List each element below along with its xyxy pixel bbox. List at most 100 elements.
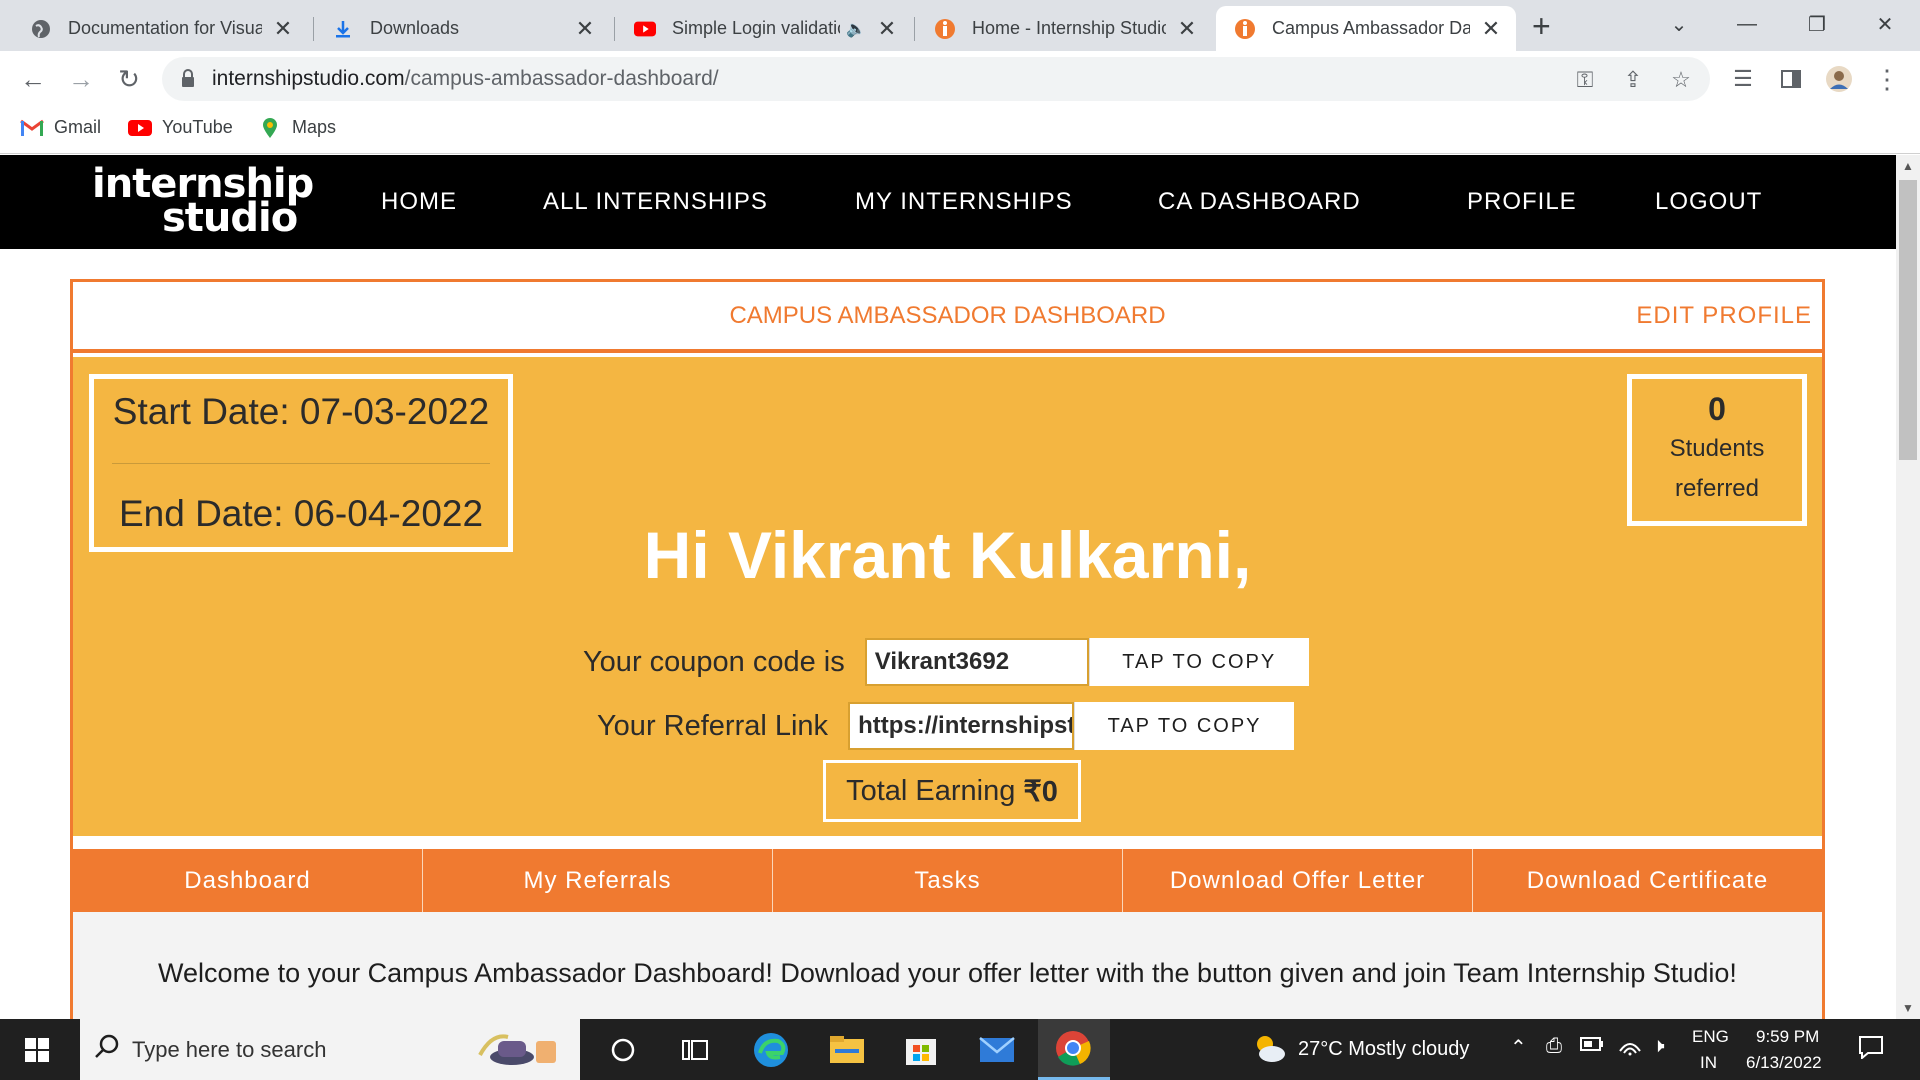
tab-title: Home - Internship Studio — [972, 18, 1166, 38]
nav-ca-dashboard[interactable]: CA DASHBOARD — [1158, 188, 1361, 216]
tab-download-certificate[interactable]: Download Certificate — [1473, 849, 1822, 912]
internship-studio-icon — [934, 18, 956, 40]
edge-icon[interactable] — [750, 1029, 792, 1071]
students-referred-box: 0 Students referred — [1627, 374, 1807, 526]
bookmark-star-icon[interactable]: ☆ — [1668, 67, 1694, 93]
profile-avatar[interactable] — [1824, 64, 1854, 94]
side-panel-icon[interactable] — [1776, 64, 1806, 94]
language-bottom[interactable]: IN — [1700, 1053, 1717, 1073]
gmail-icon — [20, 118, 44, 138]
speaker-icon[interactable]: 🔈 — [846, 19, 866, 39]
share-icon[interactable]: ⇪ — [1620, 67, 1646, 93]
browser-tab-bar: Documentation for Visual ✕ Downloads ✕ S… — [0, 0, 1920, 51]
close-window-icon[interactable]: ✕ — [1862, 4, 1908, 44]
close-icon[interactable]: ✕ — [1176, 16, 1198, 42]
page-scrollbar[interactable]: ▲ ▼ — [1896, 155, 1920, 1019]
coupon-row: Your coupon code is Vikrant3692 TAP TO C… — [583, 638, 1309, 686]
restore-icon[interactable]: ❐ — [1794, 4, 1840, 44]
forward-arrow-icon[interactable]: → — [66, 64, 96, 94]
nav-profile[interactable]: PROFILE — [1467, 188, 1577, 216]
browser-tab[interactable]: Downloads ✕ — [314, 6, 610, 51]
maps-icon — [258, 117, 282, 138]
more-menu-icon[interactable]: ⋮ — [1872, 64, 1902, 94]
students-count: 0 — [1708, 391, 1726, 427]
welcome-section: Welcome to your Campus Ambassador Dashbo… — [73, 912, 1822, 1019]
browser-tab[interactable]: Simple Login validatio 🔈 ✕ — [616, 6, 912, 51]
bookmark-youtube[interactable]: YouTube — [128, 117, 233, 138]
mail-icon[interactable] — [976, 1029, 1018, 1071]
volume-mute-icon[interactable]: 🕨 — [1652, 1035, 1665, 1058]
weather-icon[interactable] — [1252, 1033, 1286, 1068]
welcome-message: Welcome to your Campus Ambassador Dashbo… — [158, 958, 1737, 988]
reload-icon[interactable]: ↻ — [114, 64, 144, 94]
meet-now-icon[interactable]: ⎙ — [1546, 1035, 1562, 1058]
start-date: Start Date: 07-03-2022 — [112, 391, 490, 432]
taskbar-search[interactable]: Type here to search — [80, 1019, 580, 1080]
new-tab-button[interactable]: + — [1532, 8, 1551, 45]
clock-time[interactable]: 9:59 PM — [1756, 1027, 1819, 1047]
back-arrow-icon[interactable]: ← — [18, 64, 48, 94]
divider — [112, 463, 490, 464]
windows-start-icon[interactable] — [16, 1029, 58, 1071]
tab-download-offer-letter[interactable]: Download Offer Letter — [1123, 849, 1473, 912]
clock-date[interactable]: 6/13/2022 — [1746, 1053, 1822, 1073]
wifi-icon[interactable] — [1618, 1033, 1642, 1063]
search-placeholder: Type here to search — [132, 1037, 327, 1062]
tab-title: Campus Ambassador Das — [1272, 18, 1470, 38]
scrollbar-thumb[interactable] — [1899, 180, 1917, 460]
chrome-taskbar-item[interactable] — [1038, 1019, 1110, 1080]
microsoft-store-icon[interactable] — [900, 1029, 942, 1071]
close-icon[interactable]: ✕ — [574, 16, 596, 42]
show-hidden-icons-icon[interactable]: ⌃ — [1510, 1035, 1527, 1060]
site-navbar: internship studio HOME ALL INTERNSHIPS M… — [0, 155, 1896, 249]
page-viewport: internship studio HOME ALL INTERNSHIPS M… — [0, 155, 1896, 1019]
close-icon[interactable]: ✕ — [1480, 16, 1502, 42]
tab-my-referrals[interactable]: My Referrals — [423, 849, 773, 912]
edit-profile-link[interactable]: EDIT PROFILE — [1636, 302, 1812, 330]
copy-referral-button[interactable]: TAP TO COPY — [1074, 702, 1295, 750]
tab-dashboard[interactable]: Dashboard — [73, 849, 423, 912]
weather-text[interactable]: 27°C Mostly cloudy — [1298, 1038, 1469, 1061]
total-earning-box: Total Earning ₹0 — [823, 760, 1081, 822]
site-logo[interactable]: internship studio — [92, 164, 314, 238]
browser-tab[interactable]: Home - Internship Studio ✕ — [916, 6, 1212, 51]
url-text: internshipstudio.com/campus-ambassador-d… — [212, 67, 719, 91]
referral-label: Your Referral Link — [597, 709, 829, 742]
nav-all-internships[interactable]: ALL INTERNSHIPS — [543, 188, 768, 216]
battery-icon[interactable] — [1580, 1035, 1604, 1058]
bookmark-gmail[interactable]: Gmail — [20, 117, 101, 138]
address-bar[interactable]: internshipstudio.com/campus-ambassador-d… — [162, 57, 1710, 101]
scroll-up-icon[interactable]: ▲ — [1902, 159, 1914, 173]
bookmark-label: Gmail — [54, 117, 102, 137]
cortana-icon[interactable] — [602, 1029, 644, 1071]
download-icon — [332, 18, 354, 40]
task-view-icon[interactable] — [674, 1029, 716, 1071]
close-icon[interactable]: ✕ — [876, 16, 898, 42]
browser-tab-active[interactable]: Campus Ambassador Das ✕ — [1216, 6, 1516, 51]
tab-search-icon[interactable]: ⌄ — [1656, 4, 1702, 44]
copy-coupon-button[interactable]: TAP TO COPY — [1088, 638, 1309, 686]
minimize-icon[interactable]: — — [1724, 4, 1770, 44]
referral-link-field[interactable]: https://internshipstudio.com — [848, 702, 1075, 750]
nav-logout[interactable]: LOGOUT — [1655, 188, 1762, 216]
browser-toolbar: ← → ↻ internshipstudio.com/campus-ambass… — [0, 51, 1920, 107]
file-explorer-icon[interactable] — [826, 1029, 868, 1071]
internship-studio-icon — [1234, 18, 1256, 40]
nav-my-internships[interactable]: MY INTERNSHIPS — [855, 188, 1073, 216]
nav-home[interactable]: HOME — [381, 188, 457, 216]
globe-icon — [30, 18, 52, 40]
coupon-code-field[interactable]: Vikrant3692 — [864, 638, 1089, 686]
key-icon[interactable]: ⚿ — [1572, 67, 1598, 93]
close-icon[interactable]: ✕ — [272, 16, 294, 42]
coupon-label: Your coupon code is — [583, 645, 845, 678]
notifications-icon[interactable] — [1858, 1035, 1884, 1065]
greeting-heading: Hi Vikrant Kulkarni, — [643, 518, 1252, 592]
reading-list-icon[interactable]: ☰ — [1728, 64, 1758, 94]
tab-separator — [614, 17, 615, 41]
browser-tab[interactable]: Documentation for Visual ✕ — [12, 6, 308, 51]
bookmark-maps[interactable]: Maps — [258, 117, 336, 138]
chrome-icon — [1054, 1029, 1092, 1072]
language-top[interactable]: ENG — [1692, 1027, 1729, 1047]
tab-tasks[interactable]: Tasks — [773, 849, 1123, 912]
scroll-down-icon[interactable]: ▼ — [1902, 1001, 1914, 1015]
